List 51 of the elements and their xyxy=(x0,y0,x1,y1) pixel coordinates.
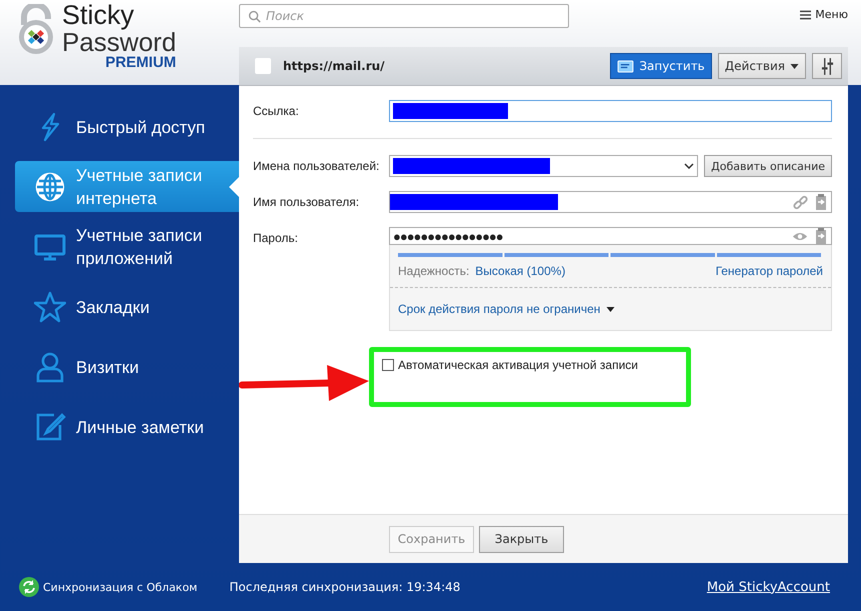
search-field[interactable]: Поиск xyxy=(239,4,569,28)
strength-label: Надежность: xyxy=(398,264,470,278)
launch-button[interactable]: Запустить xyxy=(610,53,712,79)
star-icon xyxy=(34,291,66,323)
field-label: Пароль: xyxy=(253,230,299,245)
logo-text: Sticky xyxy=(62,2,136,29)
nav-item[interactable]: Закладки xyxy=(15,277,239,337)
nav-item[interactable]: Учетные записи приложений xyxy=(15,217,239,277)
nav-item[interactable]: Визитки xyxy=(15,337,239,397)
account-link[interactable]: Мой StickyAccount xyxy=(706,580,830,594)
add-description-button[interactable]: Добавить описание xyxy=(704,155,832,177)
nav-item[interactable]: Быстрый доступ xyxy=(15,97,239,157)
settings-button[interactable] xyxy=(812,53,842,79)
menu-icon xyxy=(800,10,812,20)
nav-item[interactable]: Учетные записи интернета xyxy=(15,161,239,212)
sliders-icon xyxy=(820,58,834,74)
search-icon xyxy=(248,10,261,23)
entry-title: https://mail.ru/ xyxy=(283,59,385,73)
link-field[interactable] xyxy=(389,100,832,122)
field-label: Ссылка: xyxy=(253,104,300,118)
expiry-dropdown[interactable]: Срок действия пароля не ограничен xyxy=(398,288,616,326)
last-sync-text: Последняя синхронизация: 19:34:48 xyxy=(229,580,460,594)
edition-label: PREMIUM xyxy=(105,55,176,70)
checkbox[interactable] xyxy=(382,359,394,371)
logo-text: Password xyxy=(62,29,176,55)
actions-button[interactable]: Действия xyxy=(718,53,806,79)
note-icon xyxy=(34,411,66,443)
menu-button[interactable]: Меню xyxy=(800,4,848,21)
strength-value: Высокая (100%) xyxy=(475,264,566,278)
padlock-logo-icon xyxy=(16,4,56,56)
site-icon xyxy=(255,58,271,74)
clipboard-icon xyxy=(814,194,828,210)
sync-label[interactable]: Синхронизация с Облаком xyxy=(43,580,198,594)
chevron-down-icon xyxy=(684,163,694,169)
caret-icon xyxy=(606,306,616,312)
eye-icon xyxy=(792,230,808,242)
field-label: Имена пользователей: xyxy=(253,159,380,173)
globe-icon xyxy=(34,170,66,202)
link-icon xyxy=(793,194,808,210)
launch-icon xyxy=(617,60,634,72)
nav-item[interactable]: Личные заметки xyxy=(15,397,239,457)
sync-icon xyxy=(19,577,39,597)
auto-activate-checkbox[interactable]: Автоматическая активация учетной записи xyxy=(382,358,678,372)
person-icon xyxy=(34,351,66,383)
username-field[interactable] xyxy=(389,191,832,213)
close-button[interactable]: Закрыть xyxy=(479,526,564,552)
password-generator-link[interactable]: Генератор паролей xyxy=(716,264,823,278)
password-field[interactable]: ●●●●●●●●●●●●●●●● xyxy=(389,227,832,245)
usernames-dropdown[interactable] xyxy=(389,155,698,177)
caret-icon xyxy=(790,64,799,68)
field-label: Имя пользователя: xyxy=(253,195,360,209)
